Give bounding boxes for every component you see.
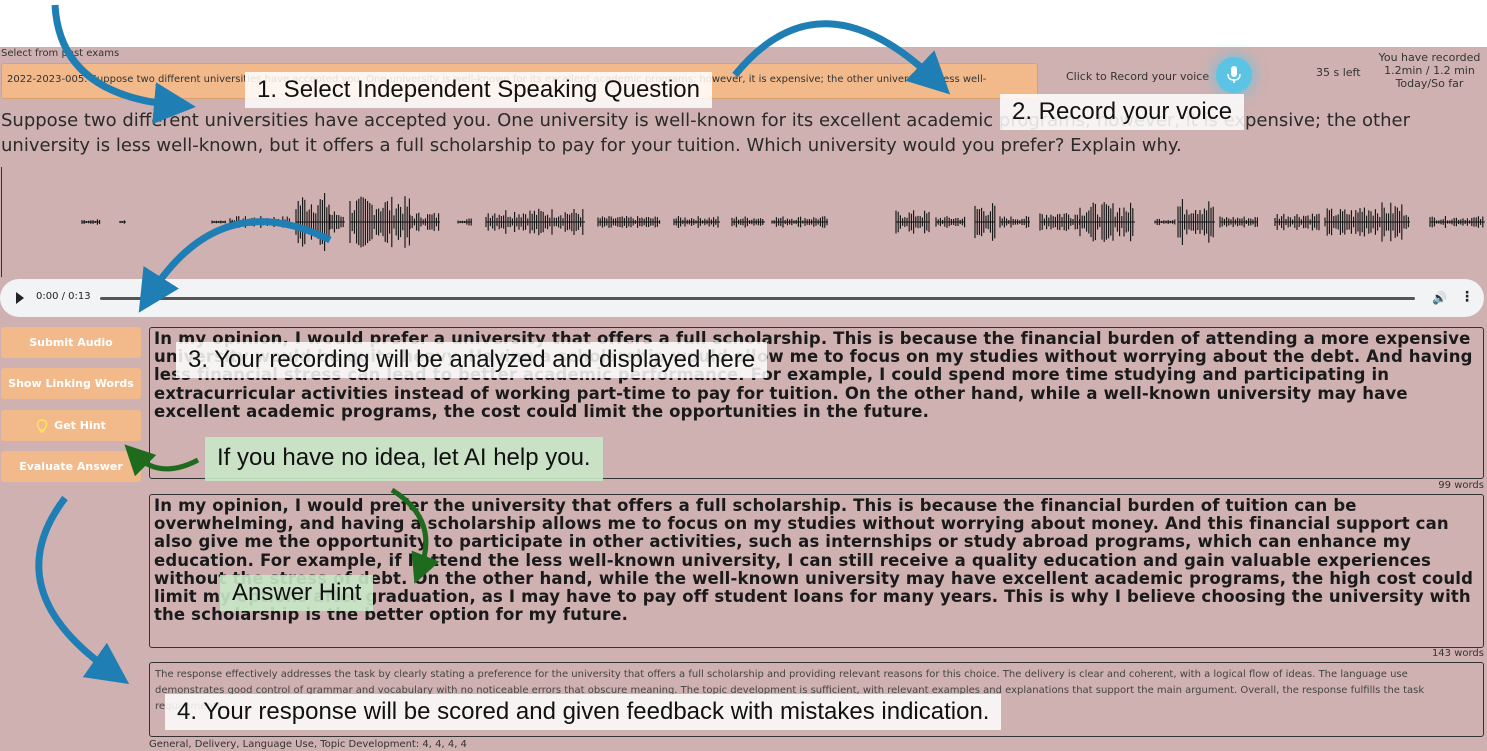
get-hint-button[interactable]: Get Hint [1,410,141,441]
callout-answer-hint: Answer Hint [220,575,374,611]
submit-audio-button[interactable]: Submit Audio [1,327,141,358]
audio-progress-bar[interactable] [100,297,1415,300]
microphone-icon [1227,66,1241,83]
time-left: 35 s left [1316,66,1361,79]
callout-step3: 3. Your recording will be analyzed and d… [176,342,768,378]
get-hint-label: Get Hint [54,419,106,432]
audio-player: 0:00 / 0:13 🔊 ⋮ [0,279,1484,317]
record-label: Click to Record your voice [1066,70,1210,83]
submit-audio-label: Submit Audio [29,336,113,349]
callout-step2: 2. Record your voice [1000,94,1245,130]
more-options-icon[interactable]: ⋮ [1460,289,1474,305]
stats-line1: You have recorded [1378,51,1481,64]
recording-stats: You have recorded 1.2min / 1.2 min Today… [1372,51,1487,90]
stats-line3: Today/So far [1395,77,1464,90]
callout-step1: 1. Select Independent Speaking Question [245,72,712,108]
question-text: Suppose two different universities have … [1,110,1410,156]
stats-line2: 1.2min / 1.2 min [1384,64,1475,77]
show-linking-words-button[interactable]: Show Linking Words [1,368,141,399]
hint-panel[interactable]: In my opinion, I would prefer the univer… [149,494,1484,648]
score-summary: General, Delivery, Language Use, Topic D… [149,739,467,750]
transcript-word-count: 99 words [1438,480,1484,491]
evaluate-answer-button[interactable]: Evaluate Answer [1,451,141,482]
hint-word-count: 143 words [1431,648,1484,659]
volume-icon[interactable]: 🔊 [1432,291,1447,305]
callout-step4: 4. Your response will be scored and give… [165,694,1002,730]
show-linking-words-label: Show Linking Words [8,377,134,390]
audio-time: 0:00 / 0:13 [36,291,91,302]
select-label: Select from past exams [1,48,120,59]
play-icon[interactable] [16,292,24,304]
record-button[interactable] [1216,57,1252,93]
lightbulb-icon [36,418,48,433]
audio-waveform[interactable] [0,177,1487,267]
app-panel: Select from past exams 2022-2023-005. Su… [0,47,1487,751]
evaluate-answer-label: Evaluate Answer [19,460,123,473]
callout-ai-help: If you have no idea, let AI help you. [205,437,603,481]
